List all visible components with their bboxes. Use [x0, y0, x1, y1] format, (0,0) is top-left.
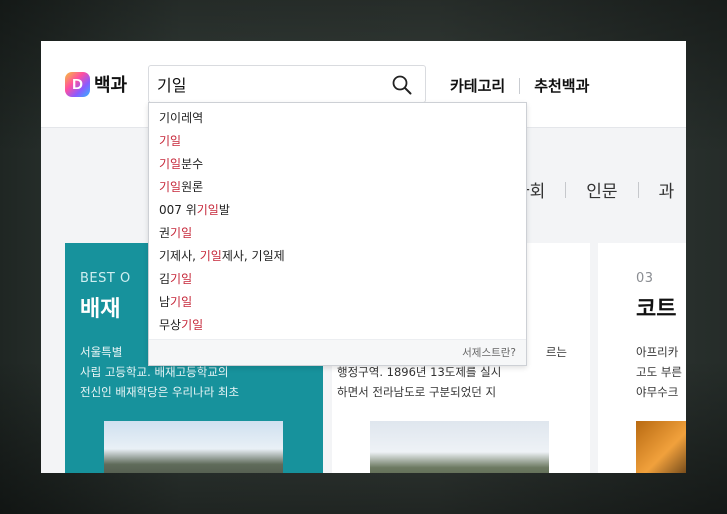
suggestion-item[interactable]: 무상기일 — [149, 314, 526, 337]
logo-letter: D — [72, 75, 83, 93]
suggestion-item[interactable]: 남기일 — [149, 291, 526, 314]
subnav-divider — [565, 181, 567, 198]
suggestion-highlight: 기일 — [181, 318, 204, 332]
suggestion-text: 원론 — [181, 180, 204, 194]
card-thumbnail — [370, 421, 549, 473]
dropdown-footer: 서제스트란? — [149, 339, 526, 365]
suggestion-item[interactable]: 김기일 — [149, 268, 526, 291]
card-kicker: 03 — [636, 271, 654, 286]
suggestion-item[interactable]: 권기일 — [149, 222, 526, 245]
suggestion-text: 기제사, — [159, 249, 200, 263]
suggestion-text: 제사, 기일제 — [221, 249, 285, 263]
suggestion-item[interactable]: 기일원론 — [149, 176, 526, 199]
encyclopedia-window: D 백과 카테고리 추천백과 사회 인문 과 BEST O 배재 서울특별 사립 — [41, 41, 686, 473]
suggestion-highlight: 기일 — [170, 226, 193, 240]
suggestion-highlight: 기일 — [159, 134, 182, 148]
suggest-help-link[interactable]: 서제스트란? — [462, 345, 516, 360]
autocomplete-dropdown: 기이레역 기일 기일분수 기일원론 007 위기일발 권기일 기제사, 기일제사… — [148, 102, 527, 366]
suggestion-list: 기이레역 기일 기일분수 기일원론 007 위기일발 권기일 기제사, 기일제사… — [149, 103, 526, 337]
suggestion-highlight: 기일 — [196, 203, 219, 217]
suggestion-highlight: 기일 — [170, 295, 193, 309]
suggestion-item[interactable]: 기이레역 — [149, 107, 526, 130]
suggestion-item[interactable]: 기일 — [149, 130, 526, 153]
suggestion-highlight: 기일 — [170, 272, 193, 286]
suggestion-text: 권 — [159, 226, 171, 240]
nav-divider — [519, 77, 521, 94]
search-icon[interactable] — [391, 74, 413, 96]
card-desc-line: 고도 부른 — [636, 365, 682, 379]
subnav-divider — [637, 181, 639, 198]
suggestion-highlight: 기일 — [159, 157, 182, 171]
search-input[interactable] — [157, 72, 377, 96]
nav-item-category[interactable]: 카테고리 — [450, 75, 505, 96]
suggestion-text: 김 — [159, 272, 171, 286]
logo[interactable]: D 백과 — [65, 71, 127, 97]
top-nav: 카테고리 추천백과 — [450, 75, 589, 96]
sub-nav: 사회 인문 과 — [514, 177, 674, 202]
suggestion-highlight: 기일 — [199, 249, 222, 263]
suggestion-highlight: 기일 — [159, 180, 182, 194]
feature-card-3[interactable]: 03 코트 아프리카 고도 부른 야무수크 — [598, 243, 686, 473]
card-description: 아프리카 고도 부른 야무수크 — [636, 342, 686, 402]
search-box — [148, 65, 426, 103]
logo-badge-icon: D — [65, 71, 90, 97]
card-title: 코트 — [636, 297, 677, 322]
card-desc-line: 야무수크 — [636, 385, 679, 399]
card-desc-line: 아프리카 — [636, 345, 679, 359]
suggestion-text: 007 위 — [159, 203, 197, 217]
suggestion-text: 무상 — [159, 318, 182, 332]
logo-text: 백과 — [94, 75, 128, 96]
suggestion-item[interactable]: 기제사, 기일제사, 기일제 — [149, 245, 526, 268]
card-title: 배재 — [80, 297, 121, 322]
card-desc-line: 전신인 배재학당은 우리나라 최초 — [80, 385, 240, 399]
suggestion-item[interactable]: 기일분수 — [149, 153, 526, 176]
subnav-item-science[interactable]: 과 — [659, 177, 675, 202]
suggestion-text: 기이레역 — [159, 111, 204, 125]
suggestion-text: 분수 — [181, 157, 204, 171]
subnav-item-humanities[interactable]: 인문 — [586, 177, 617, 202]
card-desc-line: 하면서 전라남도로 구분되었던 지 — [337, 385, 497, 399]
suggestion-text: 남 — [159, 295, 171, 309]
card-kicker: BEST O — [80, 271, 131, 286]
card-thumbnail — [636, 421, 686, 473]
nav-item-recommended[interactable]: 추천백과 — [534, 75, 589, 96]
suggestion-text: 발 — [218, 203, 230, 217]
suggestion-item[interactable]: 007 위기일발 — [149, 199, 526, 222]
card-thumbnail — [104, 421, 283, 473]
